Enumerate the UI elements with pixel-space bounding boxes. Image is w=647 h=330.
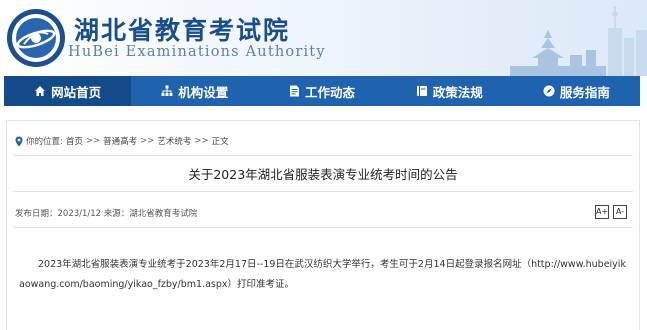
breadcrumb-home[interactable]: 首页	[66, 135, 83, 147]
site-subtitle: HuBei Examinations Authority	[68, 44, 326, 60]
breadcrumb-current: 正文	[211, 137, 229, 147]
divider	[13, 155, 633, 156]
nav-item-label: 政策法规	[432, 84, 483, 100]
divider	[13, 227, 633, 228]
nav-item-label: 机构设置	[178, 84, 229, 100]
document-icon	[290, 85, 299, 97]
location-pin-icon	[15, 136, 23, 146]
nav-item-label: 服务指南	[559, 84, 610, 100]
article-panel: 你的位置: 首页 >> 普通高考 >> 艺术统考 >> 正文 关于2023年湖北…	[6, 120, 640, 330]
breadcrumb-gaokao[interactable]: 普通高考	[103, 135, 137, 147]
nav-item-service-guide[interactable]: 服务指南	[513, 76, 640, 106]
authority-logo[interactable]	[6, 8, 66, 68]
article-meta: 发布日期：2023/1/12 来源：湖北省教育考试院	[15, 209, 198, 219]
breadcrumb-separator: >>	[140, 136, 155, 146]
nav-item-policy[interactable]: 政策法规	[386, 76, 513, 106]
site-title: 湖北省教育考试院	[74, 16, 291, 45]
site-header: 湖北省教育考试院 HuBei Examinations Authority	[0, 0, 647, 76]
font-decrease-button[interactable]: A-	[613, 205, 627, 219]
nav-item-label: 工作动态	[305, 84, 356, 100]
main-nav: 网站首页 机构设置 工作动态 政策法规 服务指南	[4, 76, 640, 106]
nav-item-home[interactable]: 网站首页	[4, 76, 132, 106]
breadcrumb: 你的位置: 首页 >> 普通高考 >> 艺术统考 >> 正文	[15, 135, 229, 147]
article-body: 2023年湖北省服装表演专业统考于2023年2月17日--19日在武汉纺织大学举…	[19, 259, 626, 290]
breadcrumb-separator: >>	[194, 136, 209, 146]
font-increase-button[interactable]: A+	[595, 205, 609, 219]
nav-item-news[interactable]: 工作动态	[258, 76, 385, 106]
org-chart-icon	[161, 85, 173, 96]
home-icon	[35, 86, 46, 96]
nav-item-label: 网站首页	[51, 84, 102, 100]
compass-icon	[543, 85, 555, 97]
breadcrumb-prefix: 你的位置:	[26, 137, 63, 147]
book-icon	[416, 86, 427, 96]
breadcrumb-separator: >>	[85, 136, 101, 146]
article-title: 关于2023年湖北省服装表演专业统考时间的公告	[188, 167, 458, 182]
breadcrumb-art-exam[interactable]: 艺术统考	[157, 135, 191, 147]
nav-item-organization[interactable]: 机构设置	[131, 76, 258, 106]
divider	[13, 191, 633, 192]
skyline-illustration	[510, 6, 647, 76]
